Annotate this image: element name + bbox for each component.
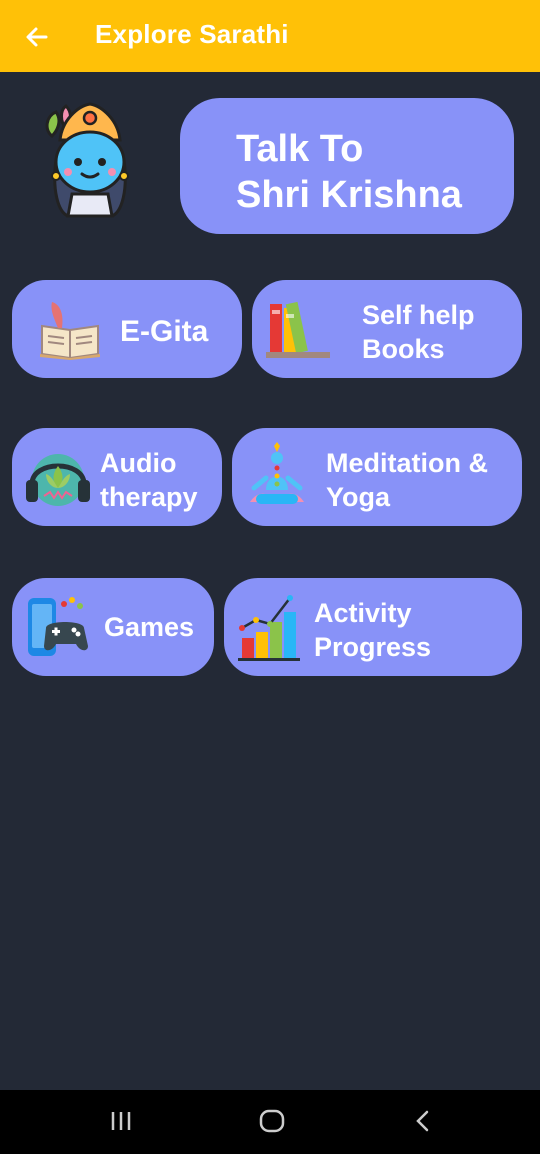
open-book-quill-icon bbox=[40, 302, 100, 360]
games-button[interactable]: Games bbox=[12, 578, 214, 676]
recent-apps-icon bbox=[111, 1112, 131, 1130]
self-help-books-button[interactable]: Self help Books bbox=[252, 280, 522, 378]
meditation-label-line1: Meditation & bbox=[326, 448, 488, 478]
chevron-left-icon bbox=[416, 1110, 429, 1132]
activity-label-line2: Progress bbox=[314, 632, 432, 662]
meditation-label-line2: Yoga bbox=[326, 482, 391, 512]
phone-gamepad-icon bbox=[28, 597, 88, 656]
recent-apps-button[interactable] bbox=[108, 1108, 134, 1139]
activity-progress-button[interactable]: Activity Progress bbox=[224, 578, 522, 676]
egita-button[interactable]: E-Gita bbox=[12, 280, 242, 378]
krishna-avatar-icon bbox=[45, 102, 129, 218]
talk-card-line1: Talk To bbox=[236, 128, 364, 170]
egita-label: E-Gita bbox=[120, 315, 209, 348]
talk-card-line2: Shri Krishna bbox=[236, 174, 462, 217]
books-stack-icon bbox=[266, 301, 330, 358]
audio-label-line1: Audio bbox=[100, 448, 177, 478]
home-icon bbox=[259, 1109, 285, 1133]
audio-label-line2: therapy bbox=[100, 482, 198, 512]
activity-label-line1: Activity bbox=[314, 598, 412, 628]
home-button[interactable] bbox=[258, 1108, 286, 1139]
talk-to-krishna-button[interactable]: Talk To Shri Krishna bbox=[180, 98, 514, 234]
app-bar: Explore Sarathi bbox=[0, 0, 540, 72]
meditation-yoga-icon bbox=[250, 442, 304, 504]
headphones-lotus-icon bbox=[26, 454, 90, 506]
games-label: Games bbox=[104, 612, 195, 642]
back-nav-button[interactable] bbox=[410, 1108, 436, 1139]
audio-therapy-button[interactable]: Audio therapy bbox=[12, 428, 222, 526]
bar-chart-progress-icon bbox=[238, 595, 300, 661]
arrow-left-icon bbox=[26, 27, 48, 47]
back-button[interactable] bbox=[20, 20, 54, 54]
page-title: Explore Sarathi bbox=[95, 19, 289, 49]
meditation-yoga-button[interactable]: Meditation & Yoga bbox=[232, 428, 522, 526]
books-label-line2: Books bbox=[362, 334, 445, 364]
books-label-line1: Self help bbox=[362, 300, 475, 330]
system-nav-bar bbox=[0, 1090, 540, 1154]
